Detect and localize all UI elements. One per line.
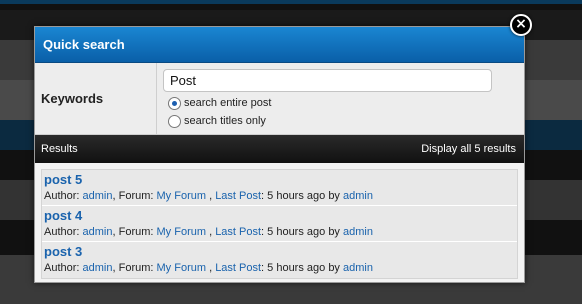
- separator: ,: [206, 226, 216, 238]
- author-label: Author:: [44, 226, 83, 238]
- by-user-link[interactable]: admin: [343, 226, 373, 238]
- author-label: Author:: [44, 262, 83, 274]
- author-link[interactable]: admin: [83, 262, 113, 274]
- time-text: : 5 hours ago by: [261, 262, 343, 274]
- separator: ,: [206, 262, 216, 274]
- result-item: post 5 Author: admin, Forum: My Forum , …: [42, 170, 517, 206]
- keywords-row: Keywords search entire post search title…: [35, 63, 524, 135]
- forum-link[interactable]: My Forum: [157, 190, 207, 202]
- time-text: : 5 hours ago by: [261, 190, 343, 202]
- keywords-label: Keywords: [35, 63, 157, 135]
- result-title-link[interactable]: post 5: [44, 172, 517, 188]
- last-post-link[interactable]: Last Post: [215, 190, 261, 202]
- result-item: post 3 Author: admin, Forum: My Forum , …: [42, 242, 517, 278]
- result-title-link[interactable]: post 4: [44, 208, 517, 224]
- forum-link[interactable]: My Forum: [157, 262, 207, 274]
- background-accent: [0, 0, 582, 4]
- results-list: post 5 Author: admin, Forum: My Forum , …: [41, 169, 518, 279]
- dialog-title: Quick search: [35, 27, 524, 63]
- results-bar: Results Display all 5 results: [35, 135, 524, 163]
- forum-label: , Forum:: [112, 226, 157, 238]
- author-link[interactable]: admin: [83, 226, 113, 238]
- last-post-link[interactable]: Last Post: [215, 226, 261, 238]
- time-text: : 5 hours ago by: [261, 226, 343, 238]
- close-icon[interactable]: ×: [510, 14, 532, 36]
- option-entire-post[interactable]: search entire post: [168, 95, 271, 111]
- author-link[interactable]: admin: [83, 190, 113, 202]
- option-label: search titles only: [184, 115, 266, 127]
- keywords-input[interactable]: [163, 69, 492, 92]
- results-label: Results: [41, 143, 78, 155]
- option-titles-only[interactable]: search titles only: [168, 113, 266, 129]
- result-item: post 4 Author: admin, Forum: My Forum , …: [42, 206, 517, 242]
- result-meta: Author: admin, Forum: My Forum , Last Po…: [44, 188, 517, 204]
- quick-search-dialog: Quick search Keywords search entire post…: [34, 26, 525, 283]
- result-meta: Author: admin, Forum: My Forum , Last Po…: [44, 224, 517, 240]
- forum-label: , Forum:: [112, 262, 157, 274]
- forum-link[interactable]: My Forum: [157, 226, 207, 238]
- by-user-link[interactable]: admin: [343, 262, 373, 274]
- radio-unchecked-icon[interactable]: [168, 114, 181, 128]
- author-label: Author:: [44, 190, 83, 202]
- display-all-link[interactable]: Display all 5 results: [421, 135, 516, 163]
- separator: ,: [206, 190, 216, 202]
- forum-label: , Forum:: [112, 190, 157, 202]
- last-post-link[interactable]: Last Post: [215, 262, 261, 274]
- option-label: search entire post: [184, 97, 272, 109]
- radio-checked-icon[interactable]: [168, 96, 181, 110]
- result-title-link[interactable]: post 3: [44, 244, 517, 260]
- by-user-link[interactable]: admin: [343, 190, 373, 202]
- result-meta: Author: admin, Forum: My Forum , Last Po…: [44, 260, 517, 276]
